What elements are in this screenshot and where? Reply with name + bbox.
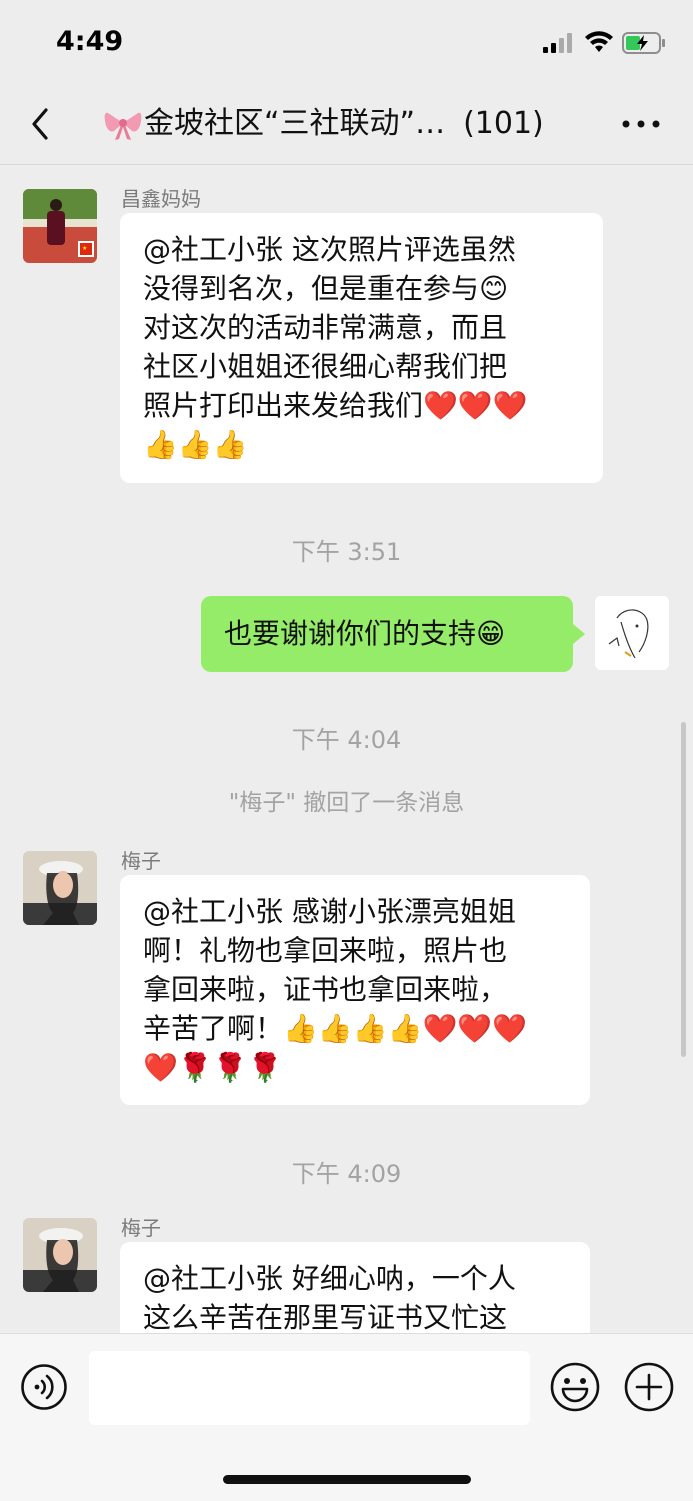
- sender-name: 梅子: [121, 849, 161, 873]
- message-bubble[interactable]: @社工小张 这次照片评选虽然 没得到名次，但是重在参与😊 对这次的活动非常满意，…: [120, 213, 603, 483]
- ribbon-bow-icon: [104, 112, 142, 140]
- timestamp: 下午 4:09: [291, 1160, 402, 1188]
- back-button[interactable]: [24, 104, 60, 144]
- plus-icon: [624, 1362, 674, 1412]
- my-message-bubble[interactable]: 也要谢谢你们的支持😁: [201, 596, 573, 672]
- status-time: 4:49: [56, 26, 124, 57]
- timestamp: 下午 4:04: [291, 726, 402, 754]
- member-count: (101): [463, 106, 544, 141]
- chat-title-text: 金坡社区“三社联动”…: [144, 106, 446, 141]
- chat-messages[interactable]: ★ 昌鑫妈妈 @社工小张 这次照片评选虽然 没得到名次，但是重在参与😊 对这次的…: [0, 165, 693, 1333]
- wifi-icon: [585, 31, 613, 52]
- smiley-icon: [550, 1362, 600, 1412]
- avatar[interactable]: [23, 851, 97, 925]
- timestamp: 下午 3:51: [291, 538, 402, 566]
- battery-charging-icon: [622, 32, 665, 54]
- cellular-signal-icon: [543, 33, 575, 53]
- home-indicator[interactable]: [223, 1475, 471, 1484]
- voice-input-button[interactable]: [21, 1364, 67, 1410]
- sender-name: 昌鑫妈妈: [121, 187, 201, 211]
- my-avatar[interactable]: [595, 596, 669, 670]
- recall-notice: "梅子" 撤回了一条消息: [228, 790, 465, 816]
- chevron-left-icon: [32, 108, 48, 140]
- scrollbar[interactable]: [681, 722, 686, 1057]
- status-bar: 4:49: [0, 0, 693, 90]
- chat-header: 金坡社区“三社联动”… (101): [0, 90, 693, 165]
- message-bubble[interactable]: @社工小张 好细心呐，一个人 这么辛苦在那里写证书又忙这: [120, 1242, 590, 1333]
- avatar[interactable]: [23, 1218, 97, 1292]
- sender-name: 梅子: [121, 1216, 161, 1240]
- more-functions-button[interactable]: [624, 1362, 674, 1412]
- chat-title: 金坡社区“三社联动”… (101): [104, 104, 584, 144]
- avatar-image: [23, 1218, 97, 1292]
- bubble-tail: [573, 624, 585, 644]
- more-dots-icon: [622, 120, 660, 128]
- emoji-button[interactable]: [550, 1362, 600, 1412]
- avatar-image: [23, 851, 97, 925]
- svg-text:★: ★: [82, 245, 87, 252]
- message-bubble[interactable]: @社工小张 感谢小张漂亮姐姐 啊！礼物也拿回来啦，照片也 拿回来啦，证书也拿回来…: [120, 875, 590, 1105]
- message-input[interactable]: [89, 1351, 530, 1425]
- voice-icon: [21, 1364, 67, 1410]
- avatar-image: ★: [23, 189, 97, 263]
- more-options-button[interactable]: [618, 112, 664, 136]
- sketch-avatar-image: [595, 596, 669, 670]
- avatar[interactable]: ★: [23, 189, 97, 263]
